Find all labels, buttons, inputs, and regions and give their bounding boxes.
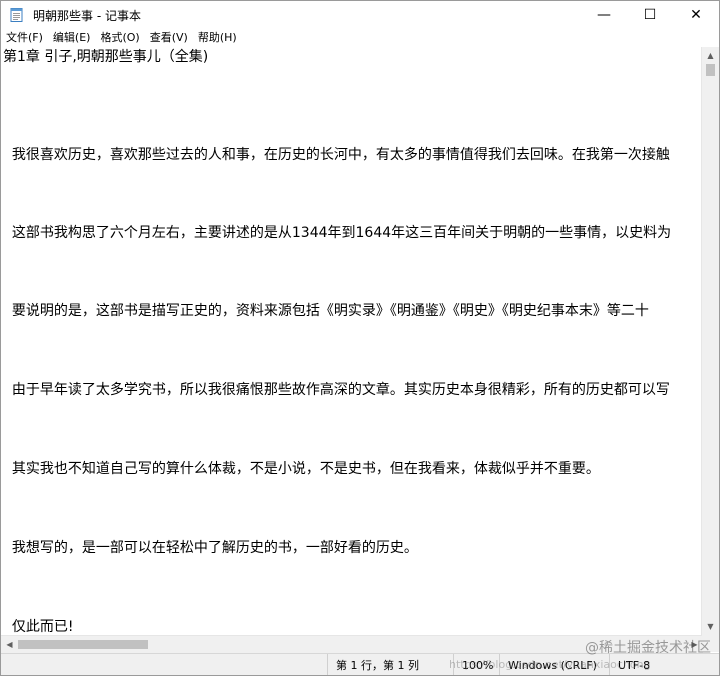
- menu-bar: 文件(F) 编辑(E) 格式(O) 查看(V) 帮助(H): [1, 29, 719, 47]
- window-title: 明朝那些事 - 记事本: [33, 8, 141, 23]
- text-line: 其实我也不知道自己写的算什么体裁，不是小说，不是史书，但在我看来，体裁似乎并不重…: [3, 461, 600, 477]
- text-line: 要说明的是，这部书是描写正史的，资料来源包括《明实录》《明通鉴》《明史》《明史纪…: [3, 303, 649, 319]
- close-icon: ✕: [690, 7, 702, 23]
- menu-file[interactable]: 文件(F): [1, 29, 48, 47]
- horizontal-scroll-thumb[interactable]: [18, 640, 148, 649]
- menu-help[interactable]: 帮助(H): [193, 29, 242, 47]
- vertical-scrollbar[interactable]: ▲ ▼: [701, 47, 719, 635]
- text-line: 这部书我构思了六个月左右，主要讲述的是从1344年到1644年这三百年间关于明朝…: [3, 225, 672, 241]
- text-line: 第1章 引子,明朝那些事儿（全集): [3, 49, 209, 65]
- text-line: 我很喜欢历史，喜欢那些过去的人和事，在历史的长河中，有太多的事情值得我们去回味。…: [3, 147, 670, 163]
- minimize-icon: —: [597, 7, 611, 23]
- window-controls: — ☐ ✕: [581, 1, 719, 29]
- menu-edit[interactable]: 编辑(E): [48, 29, 96, 47]
- text-line: 仅此而已!: [3, 619, 74, 635]
- notepad-icon: [9, 7, 25, 23]
- maximize-icon: ☐: [643, 7, 657, 23]
- text-editor[interactable]: 第1章 引子,明朝那些事儿（全集) 我很喜欢历史，喜欢那些过去的人和事，在历史的…: [1, 47, 703, 635]
- cursor-position: 第 1 行，第 1 列: [327, 654, 437, 675]
- watermark: @稀土掘金技术社区: [585, 640, 711, 656]
- text-line: 我想写的，是一部可以在轻松中了解历史的书，一部好看的历史。: [3, 540, 418, 556]
- title-bar[interactable]: 明朝那些事 - 记事本 — ☐ ✕: [1, 1, 719, 29]
- arrow-left-icon[interactable]: ◀: [1, 636, 18, 653]
- menu-view[interactable]: 查看(V): [145, 29, 193, 47]
- vertical-scroll-thumb[interactable]: [706, 64, 715, 76]
- menu-format[interactable]: 格式(O): [95, 29, 144, 47]
- notepad-window: 明朝那些事 - 记事本 — ☐ ✕ 文件(F) 编辑(E) 格式(O) 查看(V…: [0, 0, 720, 676]
- maximize-button[interactable]: ☐: [627, 1, 673, 29]
- text-line: 由于早年读了太多学究书，所以我很痛恨那些故作高深的文章。其实历史本身很精彩，所有…: [3, 382, 670, 398]
- minimize-button[interactable]: —: [581, 1, 627, 29]
- close-button[interactable]: ✕: [673, 1, 719, 29]
- arrow-down-icon[interactable]: ▼: [702, 618, 719, 635]
- arrow-up-icon[interactable]: ▲: [702, 47, 719, 64]
